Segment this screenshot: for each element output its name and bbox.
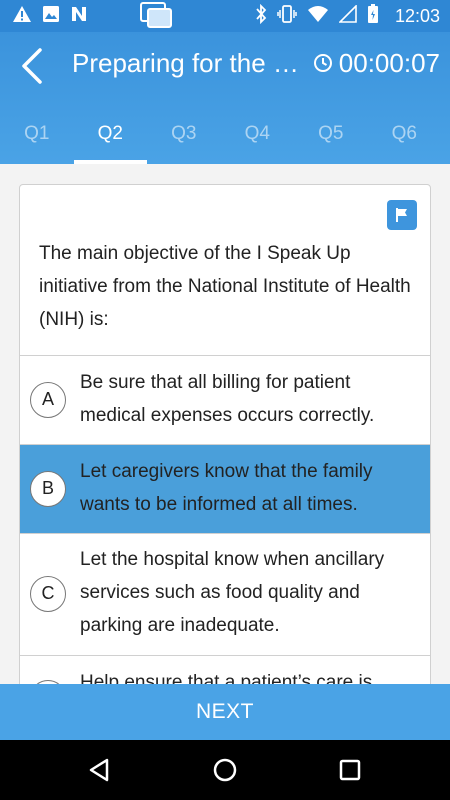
option-b[interactable]: B Let caregivers know that the family wa… [20,444,430,533]
option-letter: A [30,382,66,418]
battery-icon [367,3,379,29]
n-icon [70,5,88,28]
status-time: 12:03 [394,5,440,26]
chevron-left-icon [22,48,42,84]
circle-home-icon [213,758,237,782]
tab-q6[interactable]: Q6 [368,116,442,164]
option-d[interactable]: D Help ensure that a patient’s care is [20,655,430,684]
vibrate-icon [277,4,297,29]
tab-q5[interactable]: Q5 [294,116,368,164]
bluetooth-icon [255,3,267,29]
flag-icon [396,208,407,222]
flag-button[interactable] [387,200,417,230]
tab-q2[interactable]: Q2 [73,116,148,164]
option-text: Let the hospital know when ancillary ser… [80,549,385,636]
tab-q4[interactable]: Q4 [221,116,295,164]
app-bar: Preparing for the P... 00:00:07 Q1 Q2 Q3… [0,32,450,164]
question-tabs: Q1 Q2 Q3 Q4 Q5 Q6 [0,116,450,164]
wifi-icon [307,5,329,28]
question-content[interactable]: The main objective of the I Speak Up ini… [0,164,450,684]
option-letter: B [30,471,66,507]
option-letter: C [30,576,66,612]
square-recents-icon [339,759,361,781]
question-card: The main objective of the I Speak Up ini… [19,184,431,684]
option-text: Help ensure that a patient’s care is [80,672,373,684]
warning-icon [12,5,32,28]
page-title: Preparing for the P... [72,48,304,78]
multi-window-icon [140,2,172,28]
clock-icon [313,54,332,72]
quiz-timer: 00:00:07 [313,46,440,80]
tab-q3[interactable]: Q3 [147,116,221,164]
triangle-back-icon [89,758,109,782]
recents-nav-button[interactable] [334,754,366,786]
home-nav-button[interactable] [209,754,241,786]
status-notification-icons [12,5,88,28]
back-button[interactable] [14,46,54,86]
back-nav-button[interactable] [83,754,115,786]
next-button[interactable]: NEXT [0,684,450,740]
option-c[interactable]: C Let the hospital know when ancillary s… [20,533,430,655]
question-text: The main objective of the I Speak Up ini… [39,243,411,330]
option-a[interactable]: A Be sure that all billing for patient m… [20,355,430,444]
option-text: Let caregivers know that the family want… [80,461,373,515]
timer-value: 00:00:07 [338,47,440,78]
image-icon [42,5,60,28]
signal-icon [338,3,357,28]
navigation-bar [0,740,450,800]
status-system-icons: 12:03 [255,3,440,29]
tab-q1[interactable]: Q1 [0,116,74,164]
status-bar: 12:03 [0,0,450,32]
option-text: Be sure that all billing for patient med… [80,372,375,426]
